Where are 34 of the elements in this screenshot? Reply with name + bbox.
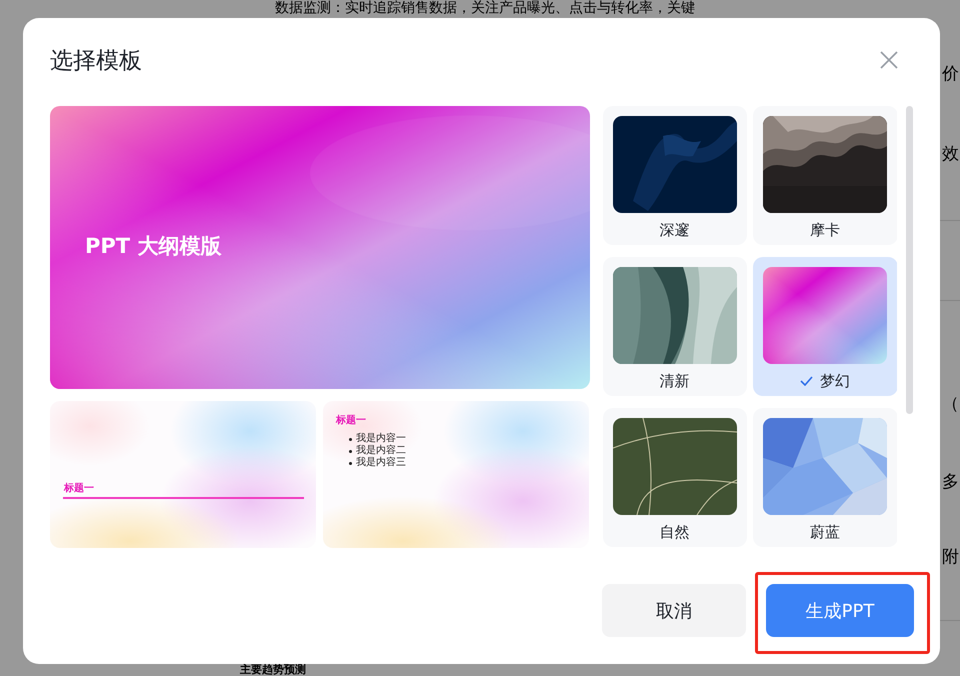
- template-name: 自然: [660, 522, 690, 542]
- template-card[interactable]: 自然: [603, 408, 747, 547]
- template-card[interactable]: 蔚蓝: [753, 408, 897, 547]
- cancel-button[interactable]: 取消: [602, 584, 746, 637]
- page-text: 数据监测：实时追踪销售数据，关注产品曝光、点击与转化率，关键: [275, 0, 695, 16]
- page-text: （: [942, 393, 959, 415]
- bullet-icon: [349, 450, 352, 452]
- close-icon[interactable]: [880, 51, 898, 69]
- page-text: 附: [942, 546, 959, 568]
- bullet-icon: [349, 462, 352, 464]
- page-text: 效: [942, 143, 959, 165]
- slide-title: 标题一: [64, 482, 94, 495]
- page-heading: 主要趋势预测: [240, 664, 306, 676]
- page-text: 价: [942, 63, 959, 85]
- template-name: 梦幻: [820, 372, 850, 390]
- template-card[interactable]: 摩卡: [753, 106, 897, 245]
- template-card[interactable]: 清新: [603, 257, 747, 396]
- slide-title: PPT 大纲模版: [85, 233, 222, 260]
- bullet-text: 我是内容一: [356, 433, 406, 444]
- template-card[interactable]: 梦幻: [753, 257, 897, 396]
- bullet-text: 我是内容二: [356, 445, 406, 456]
- template-name: 摩卡: [810, 220, 840, 240]
- template-name: 深邃: [660, 220, 690, 240]
- check-icon: [800, 376, 813, 386]
- bullet-text: 我是内容三: [356, 457, 406, 469]
- template-name: 蔚蓝: [810, 522, 840, 542]
- template-name: 清新: [660, 372, 690, 390]
- page-text: 多: [942, 471, 959, 493]
- template-card[interactable]: 深邃: [603, 106, 747, 245]
- slide-title: 标题一: [336, 414, 366, 427]
- bullet-icon: [349, 438, 352, 440]
- generate-button[interactable]: 生成PPT: [766, 584, 914, 637]
- dialog-title: 选择模板: [50, 46, 142, 76]
- scrollbar-thumb[interactable]: [906, 106, 913, 414]
